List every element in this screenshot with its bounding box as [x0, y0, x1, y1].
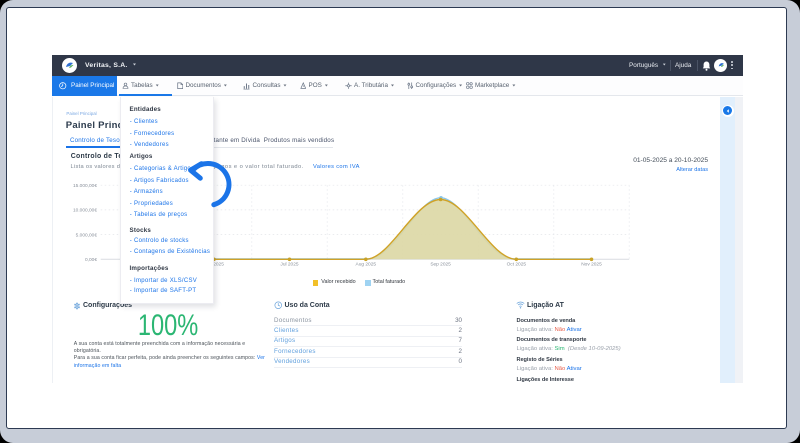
svg-text:15.000,00€: 15.000,00€: [73, 183, 97, 189]
svg-text:Sep 2025: Sep 2025: [430, 262, 451, 268]
svg-text:5.000,00€: 5.000,00€: [76, 232, 98, 238]
svg-text:10.000,00€: 10.000,00€: [73, 208, 97, 214]
svg-text:Oct 2025: Oct 2025: [507, 262, 527, 268]
svg-text:Jul 2025: Jul 2025: [280, 262, 298, 268]
svg-text:Aug 2025: Aug 2025: [356, 262, 377, 268]
svg-text:Nov 2025: Nov 2025: [581, 262, 602, 268]
svg-text:0,00€: 0,00€: [85, 257, 97, 263]
